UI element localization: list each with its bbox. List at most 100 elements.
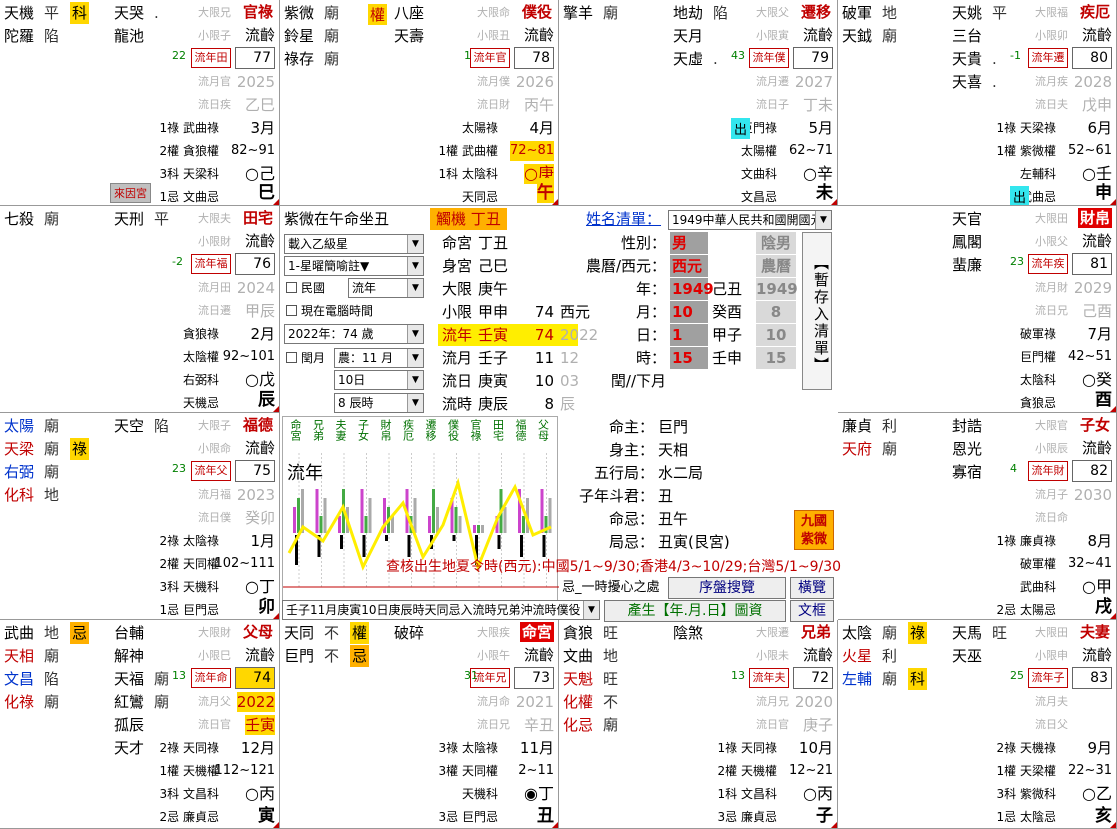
minguo-checkbox[interactable]: 民國 bbox=[286, 279, 325, 297]
form-value[interactable]: 10 bbox=[670, 301, 708, 323]
age-label: 流齡 bbox=[1081, 439, 1112, 457]
liunian-box[interactable]: 流年命 bbox=[191, 668, 231, 688]
status-select[interactable]: 壬子11月庚寅10日庚辰時天同忌入流時兄弟沖流時僕役 ▼ bbox=[282, 600, 600, 620]
palace-wu[interactable]: 紫微廟鈴星廟祿存廟八座 天壽 僕役 大限命 小限丑 流齡 1 流年官 78 流月僕 2026 流日財丙… bbox=[280, 0, 559, 206]
palace-yin[interactable]: 武曲地忌天相廟文昌陷化祿廟台輔 解神 天福廟紅鸞廟孤辰 天才 父母 大限財 小限巳 流齡 13 流… bbox=[0, 620, 280, 829]
chart-bar bbox=[540, 489, 544, 533]
flow-num: 25 bbox=[1010, 669, 1024, 682]
main-star: 文曲地 bbox=[563, 647, 619, 665]
palace-zi[interactable]: 貪狼旺文曲地天魁旺化權不化忌廟 陰煞 兄弟 大限遷 小限未 流齡 13 流年夫 72 流月兄 202… bbox=[559, 620, 838, 829]
day-select[interactable]: 10日 ▼ bbox=[334, 370, 424, 390]
palace-shen[interactable]: 破軍地天鉞廟 天姚平三台 天貴. 天喜. 疾厄 大限福 小限卯 流齡 -1 流年遷 80 流月疾 202… bbox=[838, 0, 1117, 206]
name-list-link[interactable]: 姓名清單： bbox=[586, 208, 661, 230]
country-select[interactable]: 1949中華人民共和國開國元 ▼ bbox=[668, 210, 832, 230]
main-star: 天鉞廟 bbox=[842, 27, 898, 45]
liu-ri: 流日財 bbox=[477, 98, 510, 111]
hua-row: 1忌 巨門忌 bbox=[159, 603, 219, 617]
text-frame-button[interactable]: 文框 bbox=[790, 600, 834, 622]
palace-xu[interactable]: 廉貞利天府廟 封誥 恩光 寡宿 子女 大限官 小限辰 流齡 4 流年財 82 流月子 2030 流日命 1祿… bbox=[838, 413, 1117, 620]
sequence-search-button[interactable]: 序盤搜覽 bbox=[668, 577, 786, 599]
chart-neg-bar bbox=[407, 535, 411, 557]
now-time-checkbox[interactable]: 現在電腦時間 bbox=[286, 302, 373, 320]
da-xian: 大限財 bbox=[198, 626, 231, 639]
hua-tag: 權 bbox=[350, 622, 370, 644]
hua-row: 1權 紫微權 bbox=[996, 144, 1056, 158]
liunian-box[interactable]: 流年財 bbox=[1028, 461, 1068, 481]
chart-neg-bar bbox=[340, 535, 343, 549]
flow-num: -2 bbox=[172, 255, 183, 268]
form-value[interactable]: 15 bbox=[670, 347, 708, 369]
lunar-value[interactable]: 1949 bbox=[756, 278, 798, 300]
minor-star: 孤辰 bbox=[114, 716, 145, 734]
year: 2023 bbox=[236, 486, 275, 504]
corner-mark bbox=[273, 199, 279, 205]
generate-chart-button[interactable]: 產生【年.月.日】圖資 bbox=[604, 600, 786, 622]
month: 7月 bbox=[1087, 325, 1112, 343]
liunian-box[interactable]: 流年夫 bbox=[749, 668, 789, 688]
hour-select[interactable]: 8 辰時 ▼ bbox=[334, 393, 424, 413]
main-star: 化權不 bbox=[563, 693, 619, 711]
chart-neg-bar bbox=[542, 535, 546, 557]
liunian-box[interactable]: 流年兄 bbox=[470, 668, 510, 688]
form-value[interactable]: 1 bbox=[670, 324, 708, 346]
flow-num: 23 bbox=[1010, 255, 1024, 268]
minor-star: 地劫陷 bbox=[673, 4, 729, 22]
form-value[interactable]: 1949 bbox=[670, 278, 714, 300]
month: 10月 bbox=[798, 739, 833, 757]
flow-num: -1 bbox=[1010, 49, 1021, 62]
liunian-select[interactable]: 流年 ▼ bbox=[348, 278, 424, 298]
lunar-value[interactable]: 陰男 bbox=[756, 232, 796, 254]
save-to-list-button[interactable]: 【暫存入清單】 bbox=[802, 232, 832, 390]
palace-hai[interactable]: 太陰廟祿火星利左輔廟科 天馬旺天巫 夫妻 大限田 小限申 流齡 25 流年子 83 流月夫 流日父 2… bbox=[838, 620, 1117, 829]
palace-you[interactable]: 天官 鳳閣 蜚廉 財帛 大限田 小限父 流齡 23 流年疾 81 流月財 2029 流日兄 己酉 破軍祿 … bbox=[838, 206, 1117, 413]
palace-chen[interactable]: 七殺廟天刑平田宅 大限夫 小限財 流齡 -2 流年福 76 流月田 2024 流日遷 甲辰 貪狼祿 … bbox=[0, 206, 280, 413]
form-label: 農曆/西元： bbox=[585, 257, 666, 275]
liunian-box[interactable]: 流年疾 bbox=[1028, 254, 1068, 274]
liunian-box[interactable]: 流年僕 bbox=[749, 48, 789, 68]
load-stars-select[interactable]: 載入乙級星 ▼ bbox=[284, 234, 424, 254]
lunar-value[interactable]: 10 bbox=[756, 324, 796, 346]
lunar-value[interactable]: 8 bbox=[756, 301, 796, 323]
form-gz: 壬申 bbox=[712, 349, 743, 367]
palace-wei[interactable]: 擎羊廟 地劫陷天月 天虛. 遷移 大限父 小限寅 流齡 43 流年僕 79 流月遷 2027 流日子 丁未… bbox=[559, 0, 838, 206]
liunian-box[interactable]: 流年福 bbox=[191, 254, 231, 274]
age-select[interactable]: 2022年：74 歲 ▼ bbox=[284, 324, 424, 344]
year: 2021 bbox=[515, 693, 554, 711]
browse-button[interactable]: 橫覽 bbox=[790, 577, 834, 599]
da-xian: 大限田 bbox=[1035, 626, 1068, 639]
lunar-month-select[interactable]: 農：11 月 ▼ bbox=[334, 348, 424, 368]
lunar-value[interactable]: 15 bbox=[756, 347, 796, 369]
leap-checkbox[interactable]: 閏月 bbox=[286, 349, 325, 367]
palace-chou[interactable]: 天同不權巨門不忌破碎 命宮 大限疾 小限午 流齡 31 流年兄 73 流月命 2021 流日兄 辛丑 3… bbox=[280, 620, 559, 829]
liunian-box[interactable]: 流年父 bbox=[191, 461, 231, 481]
palace-name: 夫妻 bbox=[1079, 623, 1110, 641]
lunar-value[interactable]: 農曆 bbox=[756, 255, 796, 277]
palace-si[interactable]: 天機平科陀羅陷 天哭. 龍池 官祿 大限兄 小限子 流齡 22 流年田 77 流月官 2025 流日疾乙… bbox=[0, 0, 280, 206]
form-value[interactable]: 男 bbox=[670, 232, 708, 254]
age-number: 77 bbox=[235, 47, 275, 69]
liunian-box[interactable]: 流年官 bbox=[470, 48, 510, 68]
form-value[interactable]: 西元 bbox=[670, 255, 708, 277]
year: 2029 bbox=[1073, 279, 1112, 297]
da-xian: 大限命 bbox=[477, 6, 510, 19]
xiao-xian: 小限寅 bbox=[756, 29, 789, 42]
minor-star: 解神 bbox=[114, 647, 145, 665]
palace-mao[interactable]: 太陽廟天梁廟祿右弼廟化科地 天空陷 福德 大限子 小限命 流齡 23 流年父 75 流月福 2023… bbox=[0, 413, 280, 620]
liu-yue: 流月命 bbox=[477, 695, 510, 708]
da-xian: 大限父 bbox=[756, 6, 789, 19]
hua-row: 破軍祿 bbox=[1019, 327, 1056, 341]
liunian-box[interactable]: 流年子 bbox=[1028, 668, 1068, 688]
hua-row: 左輔科 bbox=[1019, 167, 1056, 181]
hua-row: 武曲科 bbox=[1019, 580, 1056, 594]
hua-tag: 科 bbox=[908, 668, 928, 690]
minor-star: 天馬旺 bbox=[952, 624, 1008, 642]
ganzhi: 戊申 bbox=[1081, 96, 1112, 114]
liunian-box[interactable]: 流年田 bbox=[191, 48, 231, 68]
palace-name: 兄弟 bbox=[800, 623, 831, 641]
hua-row: 1權 天機權 bbox=[159, 764, 219, 778]
liunian-box[interactable]: 流年遷 bbox=[1028, 48, 1068, 68]
minor-star: 破碎 bbox=[394, 624, 425, 642]
liunian-chart: 命宮 兄弟 夫妻 子女 財帛 疾厄 遷移 僕役 官祿 田宅 福德 父母 流年 bbox=[282, 416, 559, 606]
main-star: 左輔廟科 bbox=[842, 668, 928, 690]
star-note-select[interactable]: 1-星曜簡喻註▼ ▼ bbox=[284, 256, 424, 276]
